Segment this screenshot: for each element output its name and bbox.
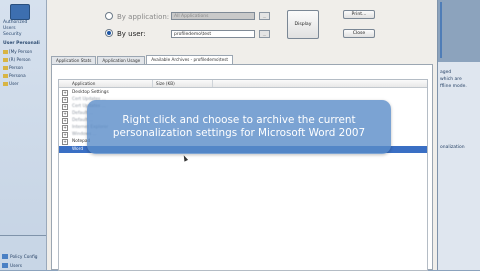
archives-tab-panel: Application Size (KB) + Desktop Settings +… bbox=[51, 64, 433, 271]
folder-icon bbox=[3, 66, 8, 70]
folder-icon bbox=[3, 74, 8, 78]
right-info-panel: aged which are ffline mode. onalization bbox=[437, 0, 480, 270]
folder-icon bbox=[3, 50, 8, 54]
right-text-4: onalization bbox=[440, 145, 465, 150]
authorized-label: Authorized bbox=[3, 20, 28, 25]
grid-header: Application Size (KB) bbox=[59, 80, 427, 88]
tree-item-2[interactable]: (R) Person bbox=[3, 57, 31, 62]
user-browse-button[interactable]: … bbox=[259, 30, 270, 38]
section-title: User Personali bbox=[3, 41, 40, 46]
column-application[interactable]: Application bbox=[69, 80, 153, 87]
display-button[interactable]: Display bbox=[287, 10, 319, 39]
application-browse-button[interactable]: … bbox=[259, 12, 270, 20]
column-size[interactable]: Size (KB) bbox=[153, 80, 213, 87]
tree-item-4[interactable]: Persona bbox=[3, 73, 26, 78]
edge-bar bbox=[440, 2, 442, 58]
instruction-caption: Right click and choose to archive the cu… bbox=[87, 100, 391, 154]
left-bottom-panel: Policy Config Users bbox=[0, 235, 46, 270]
caption-text: Right click and choose to archive the cu… bbox=[112, 114, 366, 139]
users-item[interactable]: Users bbox=[2, 263, 22, 269]
print-button[interactable]: Print... bbox=[343, 10, 375, 19]
by-application-radio[interactable]: By application: bbox=[105, 12, 169, 21]
radio-selected-icon bbox=[105, 29, 113, 37]
right-top-area bbox=[438, 0, 480, 62]
right-text-2: which are bbox=[440, 77, 462, 82]
expand-icon[interactable]: + bbox=[62, 139, 68, 145]
left-navigation-panel: Authorized Users Security User Personali… bbox=[0, 0, 47, 270]
application-field[interactable]: All Applications bbox=[171, 12, 255, 20]
close-button[interactable]: Close bbox=[343, 29, 375, 38]
row-label: Desktop Settings bbox=[72, 90, 109, 95]
tree-item-3[interactable]: Person bbox=[3, 65, 23, 70]
users-icon bbox=[2, 263, 8, 268]
tree-item-5[interactable]: User bbox=[3, 81, 19, 86]
folder-icon bbox=[3, 58, 8, 62]
row-label: Word bbox=[72, 147, 84, 152]
right-text-3: ffline mode. bbox=[440, 84, 467, 89]
user-field[interactable]: profiledemo\test bbox=[171, 30, 255, 38]
users-label: Users bbox=[3, 26, 16, 31]
right-text-1: aged bbox=[440, 70, 452, 75]
table-row[interactable]: + Desktop Settings bbox=[59, 89, 427, 96]
tree-item-1[interactable]: [My Person bbox=[3, 49, 32, 54]
by-user-radio[interactable]: By user: bbox=[105, 29, 146, 38]
folder-icon bbox=[3, 82, 8, 86]
security-label: Security bbox=[3, 32, 22, 37]
tab-strip: Application Stats Application Usage Availa… bbox=[51, 55, 234, 65]
policy-icon bbox=[2, 254, 8, 259]
users-icon[interactable] bbox=[10, 4, 30, 20]
radio-icon bbox=[105, 12, 113, 20]
policy-config-item[interactable]: Policy Config bbox=[2, 254, 38, 260]
